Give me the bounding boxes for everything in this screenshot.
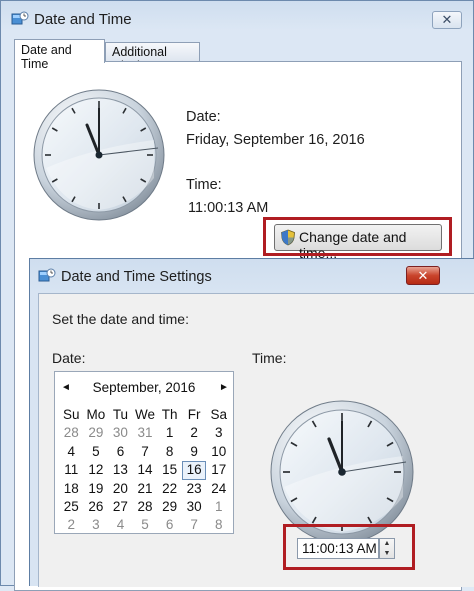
- calendar-day[interactable]: 17: [206, 461, 231, 479]
- window-title: Date and Time: [34, 11, 132, 28]
- title-bar: Date and Time ✕: [1, 1, 473, 37]
- calendar-day[interactable]: 29: [157, 498, 182, 516]
- calendar-month-label: September, 2016: [92, 380, 196, 395]
- calendar-day[interactable]: 13: [108, 461, 133, 479]
- calendar-grid: Su Mo Tu We Th Fr Sa 28 29 30 31 1 2 3 4 5 6 7 8 9 10 11 12 13 1…: [59, 406, 231, 535]
- weekday-label: Th: [161, 407, 178, 422]
- previous-month-icon[interactable]: ◄: [61, 382, 71, 393]
- date-label: Date:: [186, 109, 221, 125]
- calendar-week-row: 18 19 20 21 22 23 24: [59, 480, 231, 498]
- close-button[interactable]: ✕: [432, 11, 462, 29]
- calendar-day[interactable]: 30: [182, 498, 207, 516]
- next-month-icon[interactable]: ►: [219, 382, 229, 393]
- calendar-day[interactable]: 28: [133, 498, 158, 516]
- calendar-day[interactable]: 28: [59, 424, 84, 442]
- date-time-app-icon: [11, 11, 29, 25]
- calendar-day[interactable]: 27: [108, 498, 133, 516]
- calendar-day[interactable]: 1: [206, 498, 231, 516]
- calendar-week-row: 2345678: [59, 516, 231, 534]
- calendar-day[interactable]: 31: [133, 424, 158, 442]
- calendar-day[interactable]: 4: [59, 443, 84, 461]
- calendar-day[interactable]: 23: [182, 480, 207, 498]
- dialog-title: Date and Time Settings: [61, 269, 212, 285]
- tab-additional-clocks[interactable]: Additional Clocks: [105, 42, 200, 73]
- close-button[interactable]: ✕: [406, 266, 440, 285]
- calendar-week-row: 11 12 13 14 15 16 17: [59, 461, 231, 480]
- calendar-day[interactable]: 20: [108, 480, 133, 498]
- calendar-day[interactable]: 6: [108, 443, 133, 461]
- calendar-week-row: 25 26 27 28 29 30 1: [59, 498, 231, 516]
- date-label: Date:: [52, 350, 86, 366]
- calendar-day[interactable]: 7: [182, 516, 207, 534]
- instruction-text: Set the date and time:: [52, 311, 189, 327]
- calendar-day[interactable]: 7: [133, 443, 158, 461]
- highlight-box: [263, 217, 452, 256]
- weekday-label: Su: [63, 407, 80, 422]
- calendar-day[interactable]: 21: [133, 480, 158, 498]
- calendar-day[interactable]: 10: [206, 443, 231, 461]
- weekday-label: We: [135, 407, 156, 422]
- calendar-day[interactable]: 3: [206, 424, 231, 442]
- calendar-day[interactable]: 1: [157, 424, 182, 442]
- calendar-week-row: 28 29 30 31 1 2 3: [59, 424, 231, 442]
- weekday-header: Su Mo Tu We Th Fr Sa: [59, 406, 231, 424]
- calendar-day[interactable]: 14: [133, 461, 158, 479]
- calendar-day[interactable]: 22: [157, 480, 182, 498]
- calendar-day[interactable]: 18: [59, 480, 84, 498]
- calendar: September, 2016 ◄ ► Su Mo Tu We Th Fr Sa 28 29 30…: [54, 371, 234, 534]
- calendar-day[interactable]: 2: [59, 516, 84, 534]
- calendar-day[interactable]: 29: [84, 424, 109, 442]
- time-value: 11:00:13 AM: [188, 200, 269, 216]
- weekday-label: Sa: [210, 407, 228, 422]
- calendar-day[interactable]: 3: [84, 516, 109, 534]
- weekday-label: Fr: [187, 407, 201, 422]
- calendar-day-selected[interactable]: 16: [181, 461, 207, 480]
- calendar-week-row: 4 5 6 7 8 9 10: [59, 443, 231, 461]
- analog-clock: [33, 89, 165, 221]
- calendar-day[interactable]: 15: [157, 461, 182, 479]
- close-icon: ✕: [417, 268, 429, 283]
- calendar-day[interactable]: 11: [59, 461, 84, 479]
- time-label: Time:: [186, 177, 222, 193]
- time-label: Time:: [252, 350, 287, 366]
- weekday-label: Mo: [86, 407, 106, 422]
- calendar-day[interactable]: 19: [84, 480, 109, 498]
- calendar-day[interactable]: 8: [206, 516, 231, 534]
- calendar-day[interactable]: 5: [84, 443, 109, 461]
- tab-date-and-time[interactable]: Date and Time: [14, 39, 105, 71]
- highlight-box: [283, 524, 415, 570]
- calendar-day[interactable]: 6: [157, 516, 182, 534]
- weekday-label: Tu: [112, 407, 129, 422]
- calendar-day[interactable]: 24: [206, 480, 231, 498]
- date-time-app-icon: [38, 268, 56, 282]
- calendar-day[interactable]: 9: [182, 443, 207, 461]
- calendar-day[interactable]: 12: [84, 461, 109, 479]
- calendar-day[interactable]: 26: [84, 498, 109, 516]
- date-value: Friday, September 16, 2016: [186, 132, 365, 148]
- calendar-day[interactable]: 2: [182, 424, 207, 442]
- close-icon: ✕: [441, 12, 453, 27]
- calendar-day[interactable]: 30: [108, 424, 133, 442]
- calendar-day[interactable]: 25: [59, 498, 84, 516]
- calendar-day[interactable]: 5: [133, 516, 158, 534]
- calendar-day[interactable]: 8: [157, 443, 182, 461]
- calendar-day[interactable]: 4: [108, 516, 133, 534]
